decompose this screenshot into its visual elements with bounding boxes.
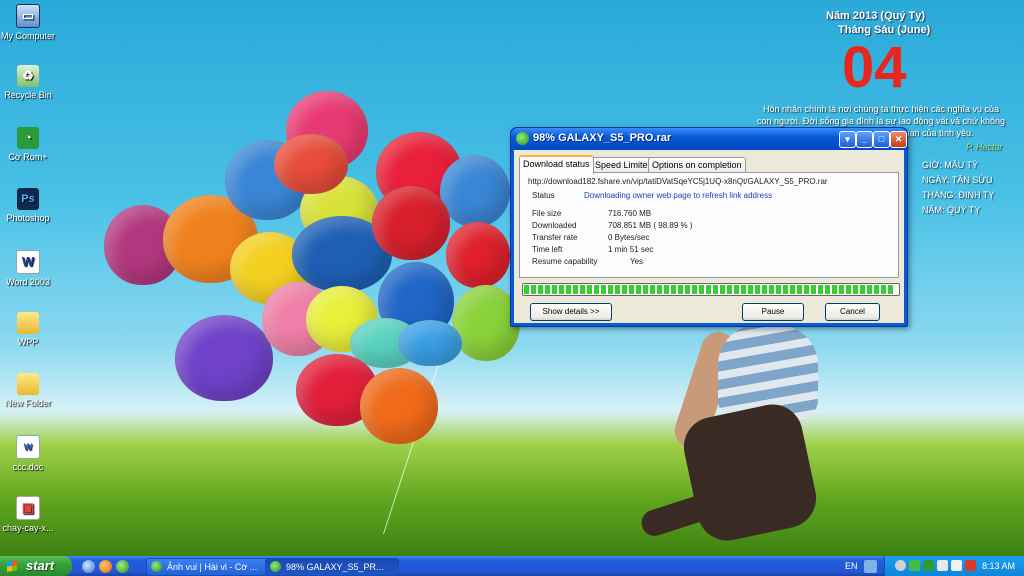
tab-speed-limiter[interactable]: Speed Limiter (591, 157, 655, 172)
cancel-button[interactable]: Cancel (825, 303, 880, 321)
download-manager-icon (516, 132, 529, 145)
calendar-day: 04 (842, 35, 907, 100)
desktop-icon-label: Photoshop (6, 213, 50, 223)
lunar-year: NĂM: QUÝ TỴ (922, 205, 981, 215)
download-dialog: 98% GALAXY_S5_PRO.rar ▾ _ □ ✕ Download s… (510, 127, 908, 327)
desktop-icon-label: Cờ Rom+ (8, 152, 48, 162)
browser-icon (151, 561, 162, 572)
desktop-icon-recycle-bin[interactable]: ♻ Recycle Bin (0, 65, 56, 100)
tray-download-icon[interactable] (909, 560, 920, 571)
balloon (398, 320, 462, 366)
folder-icon (17, 373, 39, 395)
photoshop-icon: Ps (17, 188, 39, 210)
document-icon: W (16, 435, 40, 459)
download-progress-fill (524, 285, 894, 294)
balloon (372, 186, 450, 260)
folder-icon (17, 312, 39, 334)
lunar-day: NGÀY: TÂN SỬU (922, 175, 993, 185)
lunar-month: THÁNG: ĐINH TỴ (922, 190, 995, 200)
tab-download-status[interactable]: Download status (519, 155, 594, 174)
balloon (175, 315, 273, 401)
download-manager-icon (270, 561, 281, 572)
calendar-lunar-info: GIỜ: MẬU TÝ NGÀY: TÂN SỬU THÁNG: ĐINH TỴ… (922, 158, 994, 218)
downloaded-label: Downloaded (532, 221, 577, 230)
close-icon[interactable]: ✕ (890, 131, 907, 148)
calendar-quote-author: P. Hector (966, 142, 1003, 152)
status-value: Downloading owner web page to refresh li… (584, 191, 773, 200)
desktop-icon-photoshop[interactable]: Ps Photoshop (0, 188, 56, 223)
desktop-icon-label: Word 2003 (6, 277, 50, 287)
start-button[interactable]: start (0, 556, 72, 576)
language-indicator[interactable]: EN (845, 559, 858, 573)
tray-arrow-icon[interactable] (895, 560, 906, 571)
desktop-icon-wpp[interactable]: WPP (0, 312, 56, 347)
taskbar-item-browser[interactable]: Ảnh vui | Hài vl - Cờ ... (146, 558, 280, 576)
lunar-hour: GIỜ: MẬU TÝ (922, 160, 979, 170)
desktop-icon-new-folder[interactable]: New Folder (0, 373, 56, 408)
desktop-icon-label: My Computer (0, 31, 55, 41)
tray-volume-icon[interactable] (951, 560, 962, 571)
show-details-button[interactable]: Show details >> (530, 303, 612, 321)
taskbar-item-label: Ảnh vui | Hài vl - Cờ ... (167, 562, 258, 572)
pause-button[interactable]: Pause (742, 303, 804, 321)
dialog-body: Download status Speed Limiter Options on… (514, 150, 904, 323)
time-left-value: 1 min 51 sec (608, 245, 654, 254)
recycle-bin-icon: ♻ (17, 65, 39, 87)
download-progress-bar (522, 283, 900, 296)
download-url: http://download182.fshare.vn/vip/tatiDVa… (528, 177, 828, 186)
file-size-value: 716.760 MB (608, 209, 652, 218)
taskbar: start Ảnh vui | Hài vl - Cờ ... 98% GALA… (0, 556, 1024, 576)
desktop-icon-label: ccc.doc (12, 462, 44, 472)
windows-logo-icon (7, 560, 17, 572)
person-pants (678, 398, 822, 547)
desktop-icon-label: New Folder (4, 398, 51, 408)
browser-icon: ◔ (17, 127, 39, 149)
desktop-icon-chay-cay[interactable]: ▣ chay-cay-x... (0, 496, 56, 533)
computer-icon: ▭ (16, 4, 40, 28)
calendar-year: Năm 2013 (Quý Tỵ) (826, 10, 926, 22)
dialog-title: 98% GALAXY_S5_PRO.rar (533, 132, 672, 144)
show-desktop-icon[interactable] (82, 560, 95, 573)
tab-options-on-completion[interactable]: Options on completion (648, 157, 746, 172)
balloon (440, 155, 510, 227)
desktop-icon-my-computer[interactable]: ▭ My Computer (0, 4, 56, 41)
balloon (274, 134, 348, 194)
resume-capability-label: Resume capability (532, 257, 598, 266)
dialog-titlebar[interactable]: 98% GALAXY_S5_PRO.rar ▾ _ □ ✕ (511, 128, 907, 150)
desktop-icon-label: WPP (17, 337, 39, 347)
desktop-icon-ccc-doc[interactable]: W ccc.doc (0, 435, 56, 472)
desktop-icon-corom[interactable]: ◔ Cờ Rom+ (0, 127, 56, 162)
firefox-icon[interactable] (99, 560, 112, 573)
minimize-icon[interactable]: _ (856, 131, 873, 148)
desktop-icon-word[interactable]: W Word 2003 (0, 250, 56, 287)
corom-browser-icon[interactable] (116, 560, 129, 573)
taskbar-item-download[interactable]: 98% GALAXY_S5_PR... (265, 558, 399, 576)
balloon (360, 368, 438, 444)
transfer-rate-value: 0 Bytes/sec (608, 233, 650, 242)
tray-network-icon[interactable] (937, 560, 948, 571)
desktop-icon-label: Recycle Bin (4, 90, 52, 100)
language-bar-icon[interactable] (864, 560, 877, 573)
start-label: start (26, 558, 55, 573)
program-icon: ▣ (16, 496, 40, 520)
taskbar-item-label: 98% GALAXY_S5_PR... (286, 562, 384, 572)
file-size-label: File size (532, 209, 562, 218)
balloon (446, 222, 510, 288)
clock[interactable]: 8:13 AM (982, 556, 1015, 576)
desktop-icon-label: chay-cay-x... (2, 523, 54, 533)
tray-antivirus-icon[interactable] (965, 560, 976, 571)
maximize-icon[interactable]: □ (873, 131, 890, 148)
tray-app-icon[interactable] (923, 560, 934, 571)
resume-capability-value: Yes (630, 257, 644, 266)
hide-to-tray-icon[interactable]: ▾ (839, 131, 856, 148)
status-label: Status (532, 191, 555, 200)
time-left-label: Time left (532, 245, 563, 254)
downloaded-value: 708.851 MB ( 98.89 % ) (608, 221, 693, 230)
word-icon: W (16, 250, 40, 274)
transfer-rate-label: Transfer rate (532, 233, 578, 242)
